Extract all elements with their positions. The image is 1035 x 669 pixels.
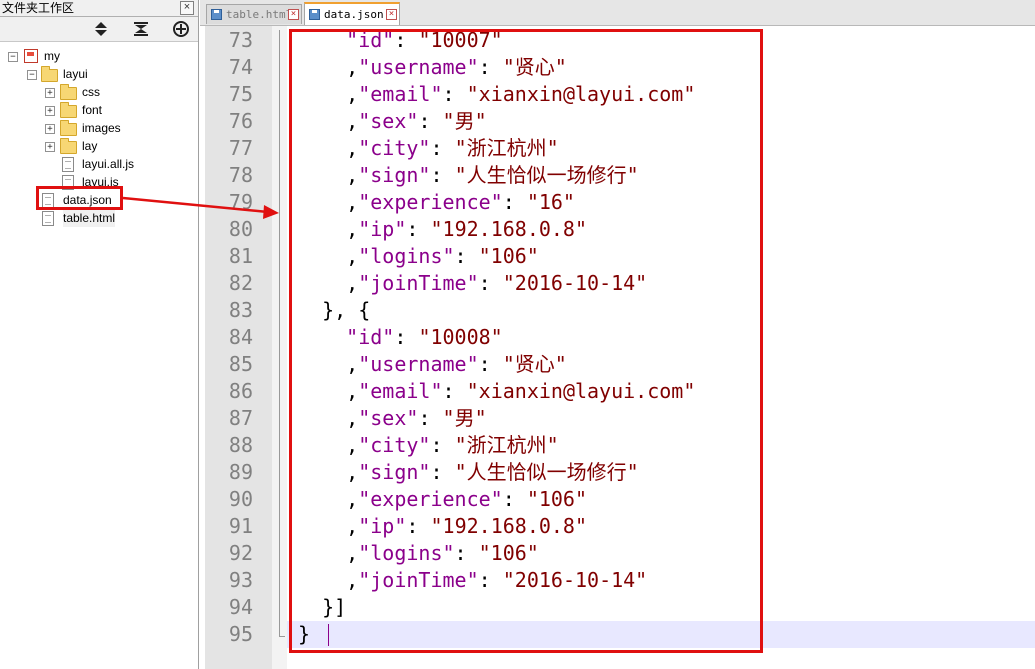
saved-file-icon xyxy=(309,9,320,20)
expand-toggle-icon[interactable]: + xyxy=(45,142,55,152)
tree-label: my xyxy=(44,49,60,63)
tree-label: layui.all.js xyxy=(82,157,135,171)
line-number: 73 xyxy=(228,28,253,52)
expand-toggle-icon[interactable]: + xyxy=(45,124,55,134)
line-number: 88 xyxy=(228,433,253,457)
line-number: 85 xyxy=(228,352,253,376)
panel-toolbar xyxy=(0,17,198,42)
folder-icon xyxy=(60,138,77,154)
tree-node-css[interactable]: + css xyxy=(45,83,165,101)
tree-label: layui xyxy=(63,67,88,81)
tree-label: css xyxy=(82,85,100,99)
file-icon xyxy=(42,211,54,226)
line-number: 76 xyxy=(228,109,253,133)
tree-node-images[interactable]: + images xyxy=(45,119,165,137)
line-number: 84 xyxy=(228,325,253,349)
line-number: 92 xyxy=(228,541,253,565)
fold-guide xyxy=(279,30,280,637)
tree-label: images xyxy=(82,121,121,135)
line-number: 95 xyxy=(228,622,253,646)
tree-label: table.html xyxy=(63,209,116,227)
collapse-toggle-icon[interactable]: − xyxy=(27,70,37,80)
line-number: 74 xyxy=(228,55,253,79)
tab-label: table.html xyxy=(226,8,293,21)
panel-title: 文件夹工作区 xyxy=(2,1,75,15)
fold-guide-end xyxy=(279,636,285,637)
tab-table-html[interactable]: table.html × xyxy=(206,4,302,24)
line-number: 81 xyxy=(228,244,253,268)
line-number: 80 xyxy=(228,217,253,241)
line-number: 77 xyxy=(228,136,253,160)
tree-label: lay xyxy=(82,139,98,153)
close-icon[interactable]: × xyxy=(288,9,299,20)
code-highlight-box xyxy=(289,29,763,653)
tab-data-json[interactable]: data.json × xyxy=(304,2,400,25)
collapse-expand-icon[interactable] xyxy=(92,20,110,38)
tab-label: data.json xyxy=(324,8,384,21)
panel-titlebar: 文件夹工作区 × xyxy=(0,0,198,17)
folder-icon xyxy=(60,120,77,136)
add-folder-icon[interactable] xyxy=(172,20,190,38)
expand-toggle-icon[interactable]: + xyxy=(45,88,55,98)
project-icon xyxy=(24,49,38,63)
tree-label: font xyxy=(82,103,103,117)
folder-open-icon xyxy=(41,66,58,82)
tab-bar: table.html × data.json × xyxy=(200,0,1035,26)
line-number: 83 xyxy=(228,298,253,322)
close-icon[interactable]: × xyxy=(180,1,194,15)
close-icon[interactable]: × xyxy=(386,9,397,20)
line-number: 87 xyxy=(228,406,253,430)
tree-node-my[interactable]: − my xyxy=(8,47,128,65)
file-highlight-box xyxy=(36,186,123,210)
folder-icon xyxy=(60,102,77,118)
line-number: 94 xyxy=(228,595,253,619)
line-number: 82 xyxy=(228,271,253,295)
line-number: 91 xyxy=(228,514,253,538)
line-number: 78 xyxy=(228,163,253,187)
line-number: 86 xyxy=(228,379,253,403)
tree-node-table-html[interactable]: table.html xyxy=(42,209,122,227)
file-icon xyxy=(62,157,74,172)
line-number: 89 xyxy=(228,460,253,484)
line-number: 93 xyxy=(228,568,253,592)
folder-icon xyxy=(60,84,77,100)
folder-workspace-panel: 文件夹工作区 × − my − layui + css + font + ima… xyxy=(0,0,199,669)
expand-toggle-icon[interactable]: + xyxy=(45,106,55,116)
line-number: 79 xyxy=(228,190,253,214)
tree-node-layui-all-js[interactable]: layui.all.js xyxy=(62,155,182,173)
saved-file-icon xyxy=(211,9,222,20)
tree-node-font[interactable]: + font xyxy=(45,101,165,119)
line-number: 75 xyxy=(228,82,253,106)
sync-icon[interactable] xyxy=(132,20,150,38)
tree-node-layui[interactable]: − layui xyxy=(27,65,147,83)
line-number-gutter: 73 74 75 76 77 78 79 80 81 82 83 84 85 86 87 88 89 90 91 92… xyxy=(205,26,272,669)
tree-node-lay[interactable]: + lay xyxy=(45,137,165,155)
line-number: 90 xyxy=(228,487,253,511)
collapse-toggle-icon[interactable]: − xyxy=(8,52,18,62)
